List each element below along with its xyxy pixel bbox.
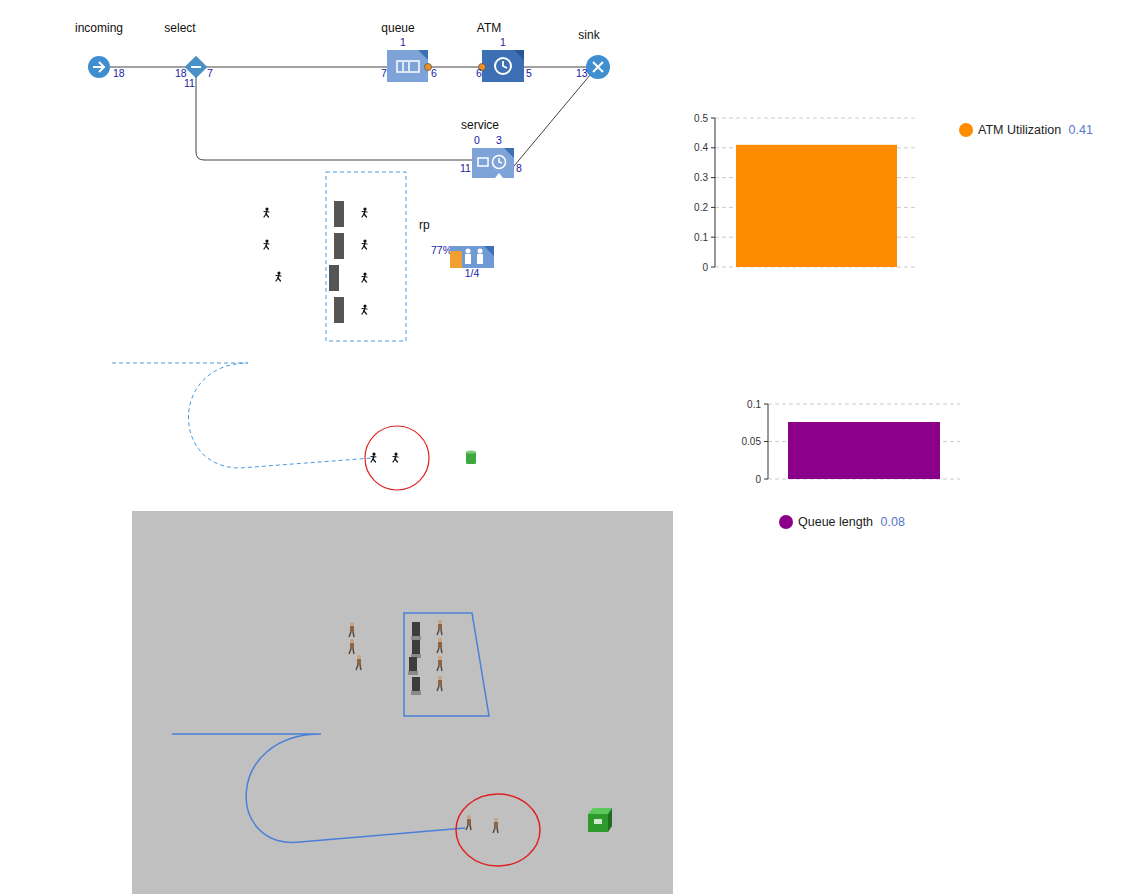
- service-icon: [478, 156, 506, 169]
- block-label: sink: [578, 28, 600, 42]
- block-label: service: [461, 118, 499, 132]
- x-icon: [593, 62, 603, 72]
- person-3d-icon: [466, 815, 471, 830]
- bar-chart: 0.1 0.05 0 Queue length 0.08: [742, 399, 960, 530]
- axis-tick: 0: [755, 474, 761, 485]
- person-icon: [371, 452, 376, 462]
- person-3d-icon: [356, 655, 361, 670]
- count: 3: [496, 134, 502, 146]
- queue-icon: [397, 61, 419, 72]
- person-3d-icon: [437, 638, 442, 653]
- block-label: select: [164, 21, 196, 35]
- counter: [334, 297, 344, 323]
- counter-3d: [411, 677, 421, 695]
- resource-pool[interactable]: rp77% 1/4: [419, 218, 494, 279]
- person-icon: [276, 271, 281, 281]
- bar: [736, 145, 897, 267]
- axis-tick: 0.1: [694, 232, 708, 243]
- bar-chart: 0.5 0.4 0.3 0.2 0.1 0 ATM Utilization 0.41: [694, 113, 1093, 273]
- axis-tick: 0: [702, 262, 708, 273]
- minus-icon: [191, 66, 201, 68]
- count: 11: [184, 77, 195, 89]
- counter: [334, 233, 344, 259]
- counter-3d: [411, 640, 421, 658]
- count: 6: [431, 67, 437, 79]
- source-block[interactable]: incoming 18: [75, 21, 125, 79]
- legend-item: ATM Utilization 0.41: [959, 123, 1093, 137]
- queue-path: [112, 363, 372, 468]
- utilization: 77%: [431, 244, 452, 256]
- grid-line: [715, 118, 915, 119]
- person-icon: [362, 272, 367, 282]
- person-3d-icon: [437, 620, 442, 635]
- atm-area-3d: [456, 794, 540, 866]
- count: 1: [400, 36, 406, 48]
- sink-block[interactable]: sink 13: [576, 28, 610, 79]
- atm-area: [365, 426, 429, 490]
- clock-icon: [495, 58, 511, 74]
- person-icon: [264, 239, 269, 249]
- person-3d-icon: [349, 622, 354, 637]
- block-label: rp: [419, 218, 430, 232]
- person-3d-icon: [493, 818, 498, 833]
- arrow-icon: [93, 62, 104, 72]
- axis-tick: 0.5: [694, 113, 708, 124]
- select-block[interactable]: select18711: [164, 21, 213, 89]
- counter-3d: [408, 657, 418, 675]
- count: 18: [113, 67, 125, 79]
- simulation-window: incoming18select18711queue176ATM165sink1…: [0, 0, 1126, 894]
- grid-line: [768, 404, 960, 405]
- person-3d-icon: [349, 639, 354, 654]
- counter: [334, 201, 344, 227]
- legend-label: Queue length 0.08: [798, 515, 905, 529]
- axis-tick: 0.3: [694, 172, 708, 183]
- count: 11: [460, 162, 471, 174]
- count: 7: [381, 67, 387, 79]
- block-label: incoming: [75, 21, 123, 35]
- busy-count: 1/4: [465, 267, 480, 279]
- atm-machine-icon: [466, 451, 476, 465]
- axis-tick: 0.05: [742, 436, 762, 447]
- service-area: [326, 172, 406, 341]
- axis-tick: 0.1: [747, 399, 761, 410]
- queue-block[interactable]: queue1 7 6: [381, 21, 437, 82]
- service-area-3d: [404, 613, 489, 716]
- atm-block[interactable]: ATM1 6 5: [476, 21, 532, 82]
- count: 6: [476, 67, 482, 79]
- counter-3d: [411, 622, 421, 640]
- legend-item: Queue length 0.08: [779, 515, 905, 529]
- service-block[interactable]: service 0 3 11 8: [460, 118, 522, 178]
- person-icon: [362, 207, 367, 217]
- bar: [788, 422, 940, 479]
- count: 13: [576, 67, 588, 79]
- queue-path-3d: [172, 734, 465, 842]
- counter: [329, 265, 339, 291]
- animation-3d: [132, 511, 673, 894]
- block-label: ATM: [477, 21, 501, 35]
- person-icon: [264, 207, 269, 217]
- count: 5: [526, 67, 532, 79]
- model-canvas: incoming18select18711queue176ATM165sink1…: [0, 0, 1126, 894]
- animation-2d: [112, 172, 476, 490]
- axis-tick: 0.2: [694, 202, 708, 213]
- atm-machine-3d-icon: [588, 808, 612, 832]
- utilization-fill: [450, 251, 462, 268]
- count: 8: [516, 162, 522, 174]
- count: 0: [474, 134, 480, 146]
- view-3d-ground: [132, 511, 673, 894]
- axis-tick: 0.4: [694, 142, 708, 153]
- person-3d-icon: [437, 676, 442, 691]
- count: 1: [500, 36, 506, 48]
- person-3d-icon: [437, 656, 442, 671]
- workers-icon: [465, 249, 483, 265]
- block-label: queue: [381, 21, 415, 35]
- value-axis: [768, 404, 769, 479]
- count: 7: [207, 67, 213, 79]
- legend-label: ATM Utilization 0.41: [978, 123, 1093, 137]
- value-axis: [715, 118, 716, 267]
- person-icon: [362, 304, 367, 314]
- person-icon: [362, 239, 367, 249]
- person-icon: [393, 452, 398, 462]
